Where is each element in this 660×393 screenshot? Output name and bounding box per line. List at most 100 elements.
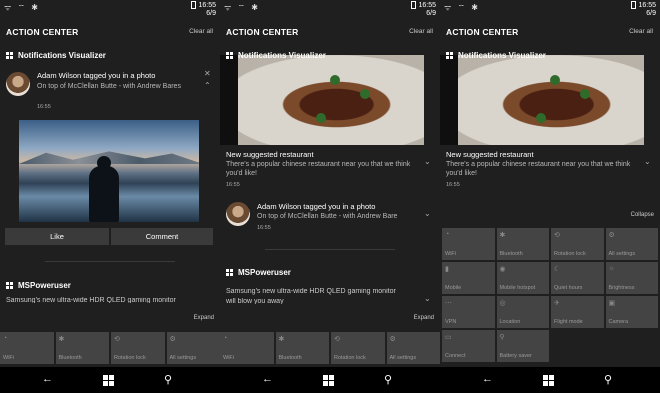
notification-body[interactable]: On top of McClellan Butte - with Andrew … bbox=[257, 212, 427, 221]
quick-action-mobile[interactable]: ▮ Mobile bbox=[442, 262, 495, 294]
notification-title[interactable]: New suggested restaurant bbox=[446, 150, 534, 159]
connect-icon: ▭ bbox=[445, 334, 452, 341]
quick-actions: ◔ WiFi ✱ Bluetooth ⟲ Rotation lock ⚙ All set… bbox=[442, 228, 658, 362]
moon-icon: ☾ bbox=[554, 266, 561, 273]
app-group-header: Notifications Visualizer bbox=[226, 51, 326, 60]
quick-action-all-settings[interactable]: ⚙ All settings bbox=[386, 332, 440, 364]
quick-action-bluetooth[interactable]: ✱ Bluetooth bbox=[496, 228, 549, 260]
brightness-icon: ☼ bbox=[608, 265, 615, 272]
quick-action-wifi[interactable]: ◔ WiFi bbox=[220, 332, 274, 364]
collapse-button[interactable]: Collapse bbox=[631, 212, 654, 218]
nav-bar: ← ⚲ bbox=[0, 367, 220, 393]
quick-action-rotation-lock[interactable]: ⟲ Rotation lock bbox=[111, 332, 165, 364]
quick-action-bluetooth[interactable]: ✱ Bluetooth bbox=[275, 332, 329, 364]
status-time: 16:55 bbox=[638, 1, 656, 9]
page-title: ACTION CENTER bbox=[226, 27, 299, 37]
notification-body[interactable]: There's a popular chinese restaurant nea… bbox=[446, 160, 642, 178]
quick-action-battery-saver[interactable]: ⚲ Battery saver bbox=[496, 330, 549, 362]
clear-all-button[interactable]: Clear all bbox=[189, 28, 213, 35]
quick-action-wifi[interactable]: ◔ WiFi bbox=[442, 228, 495, 260]
notification-title[interactable]: Adam Wilson tagged you in a photo bbox=[37, 71, 155, 80]
quick-action-all-settings[interactable]: ⚙ All settings bbox=[166, 332, 220, 364]
expand-button[interactable]: Expand bbox=[194, 315, 214, 321]
app-group-header: Notifications Visualizer bbox=[446, 51, 546, 60]
quick-action-camera[interactable]: ▣ Camera bbox=[605, 296, 658, 328]
avatar bbox=[226, 202, 250, 226]
notification-image bbox=[19, 120, 199, 222]
app-name: Notifications Visualizer bbox=[458, 51, 546, 60]
app-icon bbox=[226, 269, 233, 276]
quick-action-rotation-lock[interactable]: ⟲ Rotation lock bbox=[331, 332, 385, 364]
notification-title[interactable]: Adam Wilson tagged you in a photo bbox=[257, 202, 375, 211]
app-name: MSPoweruser bbox=[238, 268, 291, 277]
app-icon bbox=[226, 52, 233, 59]
signal-icons: ᯤ ⌔ ✱ bbox=[224, 3, 260, 12]
notification-body[interactable]: There's a popular chinese restaurant nea… bbox=[226, 160, 422, 178]
quick-action-brightness[interactable]: ☼ Brightness bbox=[605, 262, 658, 294]
quick-action-vpn[interactable]: ⋯ VPN bbox=[442, 296, 495, 328]
quick-action-all-settings[interactable]: ⚙ All settings bbox=[605, 228, 658, 260]
clear-all-button[interactable]: Clear all bbox=[409, 28, 433, 35]
notification-body[interactable]: Samsung's new ultra-wide HDR QLED gaming… bbox=[226, 288, 422, 295]
search-icon[interactable]: ⚲ bbox=[604, 373, 612, 386]
nav-bar: ← ⚲ bbox=[440, 367, 660, 393]
quick-action-connect[interactable]: ▭ Connect bbox=[442, 330, 495, 362]
quick-action-rotation-lock[interactable]: ⟲ Rotation lock bbox=[551, 228, 604, 260]
chevron-down-icon[interactable]: ⌄ bbox=[644, 157, 651, 166]
clear-all-button[interactable]: Clear all bbox=[629, 28, 653, 35]
wifi-icon: ◔ bbox=[445, 231, 450, 238]
app-name: MSPoweruser bbox=[18, 281, 71, 290]
vpn-icon: ⋯ bbox=[445, 300, 452, 307]
rotation-lock-icon: ⟲ bbox=[554, 232, 560, 239]
location-icon: ◎ bbox=[499, 300, 506, 307]
back-arrow-icon[interactable]: ← bbox=[482, 373, 493, 385]
notification-body[interactable]: will blow you away bbox=[226, 298, 422, 304]
notification-title[interactable]: New suggested restaurant bbox=[226, 150, 314, 159]
notification-time: 16:55 bbox=[226, 182, 240, 188]
search-icon[interactable]: ⚲ bbox=[384, 373, 392, 386]
windows-start-icon[interactable] bbox=[103, 375, 114, 386]
app-name: Notifications Visualizer bbox=[18, 51, 106, 60]
quick-action-quiet-hours[interactable]: ☾ Quiet hours bbox=[551, 262, 604, 294]
back-arrow-icon[interactable]: ← bbox=[262, 373, 273, 385]
app-group-header: MSPoweruser bbox=[226, 268, 291, 277]
chevron-up-icon[interactable]: ⌃ bbox=[204, 81, 211, 90]
notification-body[interactable]: Samsung's new ultra-wide HDR QLED gaming… bbox=[6, 297, 206, 303]
close-icon[interactable]: ✕ bbox=[204, 69, 211, 78]
comment-button[interactable]: Comment bbox=[111, 228, 213, 245]
quick-action-wifi[interactable]: ◔ WiFi bbox=[0, 332, 54, 364]
battery-saver-icon: ⚲ bbox=[499, 334, 505, 341]
chevron-down-icon[interactable]: ⌄ bbox=[424, 294, 431, 303]
notification-time: 16:55 bbox=[257, 225, 271, 231]
search-icon[interactable]: ⚲ bbox=[164, 373, 172, 386]
status-time: 16:55 bbox=[198, 1, 216, 9]
chevron-down-icon[interactable]: ⌄ bbox=[424, 157, 431, 166]
chevron-down-icon[interactable]: ⌄ bbox=[424, 209, 431, 218]
windows-start-icon[interactable] bbox=[543, 375, 554, 386]
bluetooth-icon: ✱ bbox=[278, 336, 285, 343]
settings-icon: ⚙ bbox=[389, 336, 396, 343]
windows-start-icon[interactable] bbox=[323, 375, 334, 386]
status-date: 6/9 bbox=[206, 9, 216, 17]
status-time: 16:55 bbox=[418, 1, 436, 9]
app-name: Notifications Visualizer bbox=[238, 51, 326, 60]
expand-button[interactable]: Expand bbox=[414, 315, 434, 321]
app-group-header: MSPoweruser bbox=[6, 281, 71, 290]
status-bar: ᯤ ⌔ ✱ 16:55 6/9 bbox=[220, 0, 440, 20]
quick-action-flight-mode[interactable]: ✈ Flight mode bbox=[551, 296, 604, 328]
quick-action-location[interactable]: ◎ Location bbox=[496, 296, 549, 328]
quick-action-bluetooth[interactable]: ✱ Bluetooth bbox=[55, 332, 109, 364]
status-bar: ᯤ ⌔ ✱ 16:55 6/9 bbox=[0, 0, 220, 20]
wifi-icon: ◔ bbox=[223, 335, 228, 342]
like-button[interactable]: Like bbox=[5, 228, 109, 245]
status-bar: ᯤ ⌔ ✱ 16:55 6/9 bbox=[440, 0, 660, 20]
notification-body[interactable]: On top of McClellan Butte - with Andrew … bbox=[37, 82, 187, 91]
bluetooth-icon: ✱ bbox=[58, 336, 65, 343]
divider bbox=[265, 249, 395, 250]
app-icon bbox=[6, 282, 13, 289]
app-icon bbox=[446, 52, 453, 59]
signal-icons: ᯤ ⌔ ✱ bbox=[4, 3, 40, 12]
back-arrow-icon[interactable]: ← bbox=[42, 373, 53, 385]
mobile-data-icon: ▮ bbox=[445, 266, 449, 273]
quick-action-mobile-hotspot[interactable]: ◉ Mobile hotspot bbox=[496, 262, 549, 294]
